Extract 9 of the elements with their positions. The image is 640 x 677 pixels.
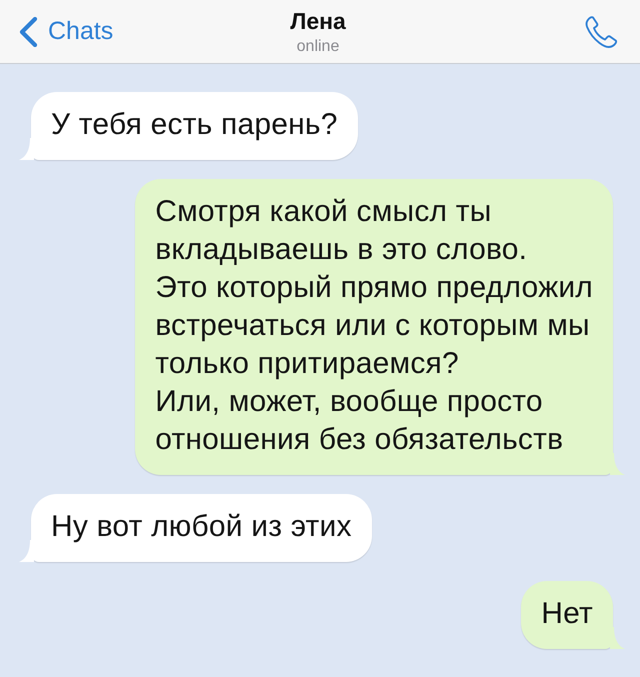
message-text: Ну вот любой из этих — [51, 509, 352, 545]
back-chevron-icon — [18, 16, 38, 46]
message-text: У тебя есть парень? — [51, 107, 338, 143]
message-text: Смотря какой смысл ты вкладываешь в это слово. Это который прямо предложил встречаться или с которым мы только притираемся? Или, может, вообще просто отношения без обязательств — [155, 194, 593, 458]
contact-status: online — [296, 38, 340, 56]
contact-name: Лена — [290, 9, 346, 34]
phone-icon[interactable] — [584, 14, 618, 48]
back-button[interactable]: Chats — [18, 12, 114, 50]
message-text: Нет — [541, 596, 593, 632]
